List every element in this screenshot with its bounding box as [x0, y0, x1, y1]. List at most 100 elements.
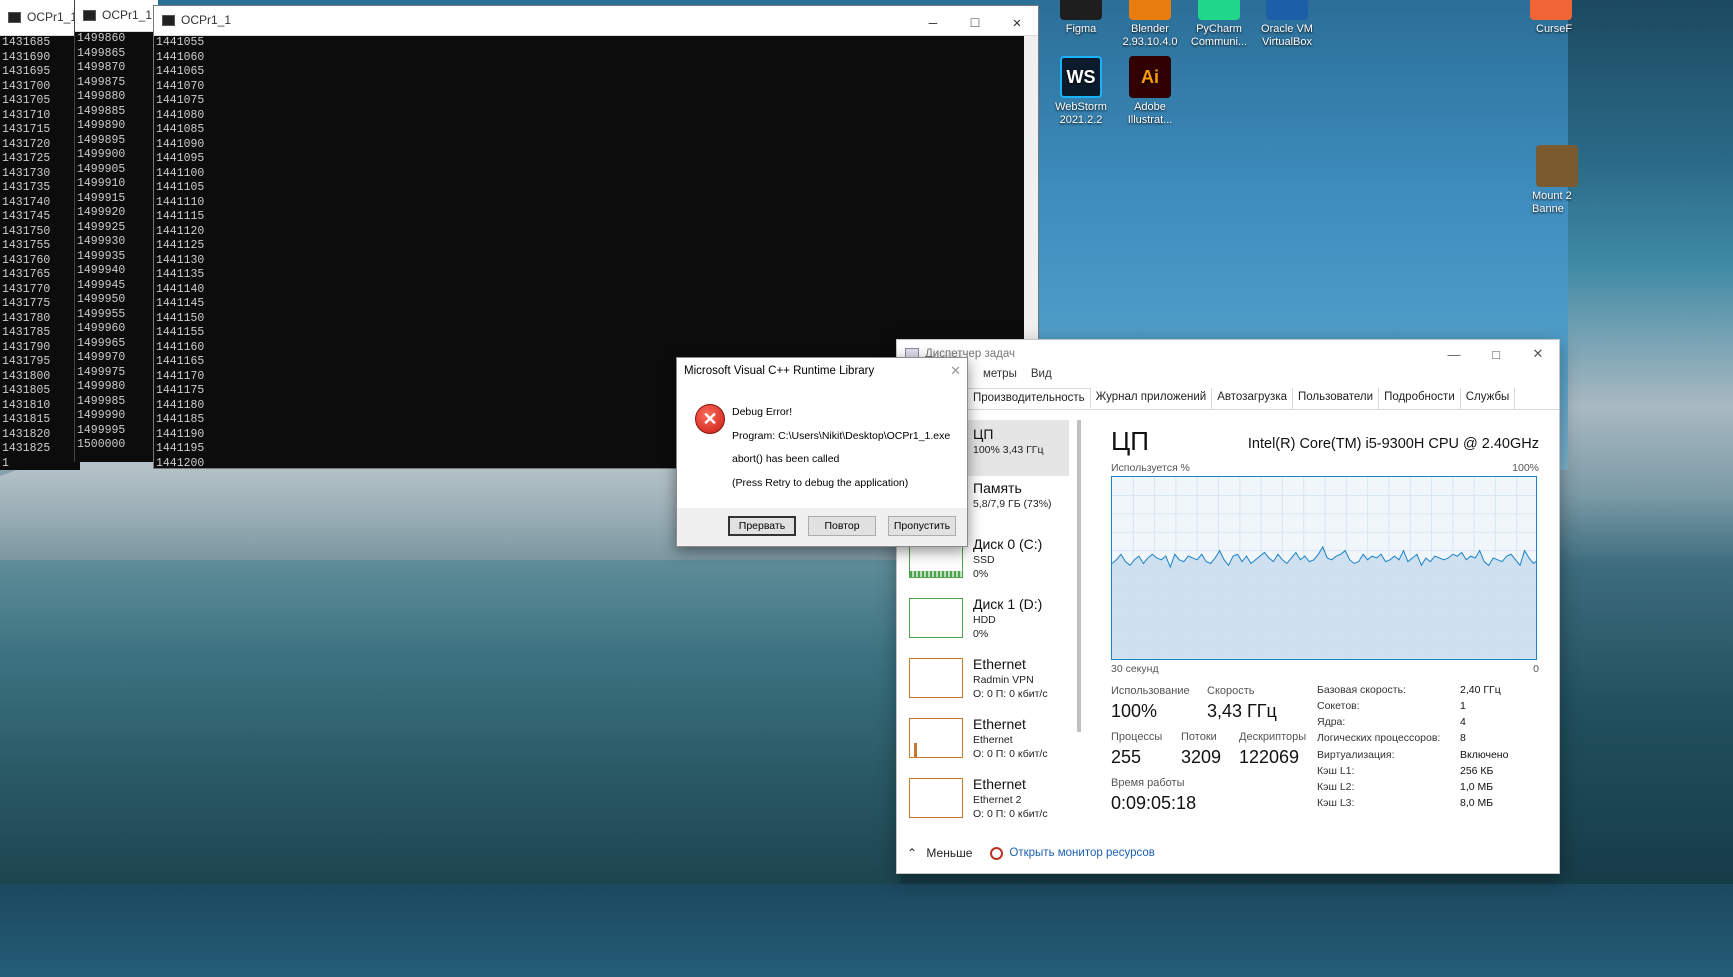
minimize-icon[interactable]: — [1433, 340, 1475, 368]
cpu-usage-area [1112, 546, 1536, 659]
tab-performance[interactable]: Производительность [967, 388, 1091, 409]
task-manager-footer: ⌃ Меньше Открыть монитор ресурсов [897, 833, 1559, 873]
desktop-icon-blender[interactable]: Blender 2.93.10.4.0 [1117, 0, 1183, 49]
tab-users[interactable]: Пользователи [1293, 388, 1380, 409]
console-line: 1441070 [156, 79, 205, 93]
spec-key: Кэш L1: [1317, 765, 1355, 777]
spec-value: 1,0 МБ [1460, 781, 1494, 793]
console-line: 1499975 [77, 365, 126, 379]
console-line: 1499885 [77, 104, 126, 118]
console-app-icon [162, 15, 175, 26]
spec-key: Кэш L2: [1317, 781, 1355, 793]
console-line: 1431740 [2, 195, 51, 209]
sidebar-item-ethernet-radmin[interactable]: Ethernet Radmin VPN О: 0 П: 0 кбит/с [909, 656, 1069, 712]
console-window-controls: — □ ✕ [912, 6, 1038, 36]
console-line: 1441120 [156, 224, 205, 238]
console-window-2[interactable]: OCPr1_1 1499860 1499865 1499870 1499875 1499… [74, 0, 158, 462]
desktop-icon-illustrator[interactable]: Ai Adobe Illustrat... [1117, 56, 1183, 127]
spec-key: Сокетов: [1317, 700, 1360, 712]
tab-services[interactable]: Службы [1461, 388, 1516, 409]
console-line: 1441090 [156, 137, 205, 151]
console-line: 1441140 [156, 282, 205, 296]
console-line: 1441080 [156, 108, 205, 122]
console-line: 1431705 [2, 94, 51, 107]
dialog-hint: (Press Retry to debug the application) [732, 477, 909, 489]
cpu-usage-chart [1112, 477, 1536, 659]
close-icon[interactable]: ✕ [950, 363, 961, 379]
console-line: 1431720 [2, 137, 51, 151]
menu-item-view[interactable]: Вид [1031, 368, 1052, 380]
console-line: 1441135 [156, 268, 205, 281]
open-resource-monitor-link[interactable]: Открыть монитор ресурсов [990, 846, 1155, 860]
abort-button[interactable]: Прервать [728, 516, 796, 536]
console-title-bar[interactable]: OCPr1_1 [0, 0, 80, 36]
curseforge-icon [1530, 0, 1572, 20]
disk-1-mini-graph [909, 598, 963, 638]
speed-label: Скорость [1207, 685, 1255, 697]
task-manager-window-controls: — □ ✕ [1433, 340, 1559, 368]
desktop-icon-curseforge[interactable]: CurseF [1520, 0, 1586, 36]
resource-monitor-icon [990, 846, 1004, 860]
blender-icon [1129, 0, 1171, 20]
console-line: 1441110 [156, 195, 205, 209]
console-title-bar[interactable]: OCPr1_1 [75, 0, 158, 32]
uptime-label: Время работы [1111, 777, 1185, 789]
console-line: 1431730 [2, 166, 51, 180]
console-line: 1499915 [77, 191, 126, 205]
usage-value: 100% [1111, 701, 1158, 721]
console-line: 1431770 [2, 282, 51, 296]
sidebar-item-ethernet[interactable]: Ethernet Ethernet О: 0 П: 0 кбит/с [909, 716, 1069, 772]
desktop-icon-figma[interactable]: Figma [1048, 0, 1114, 36]
task-manager-tabs: Производительность Журнал приложений Авт… [897, 388, 1559, 410]
spec-value: 2,40 ГГц [1460, 684, 1501, 696]
figma-icon [1060, 0, 1102, 20]
ignore-button[interactable]: Пропустить [888, 516, 956, 536]
debug-error-dialog[interactable]: Microsoft Visual C++ Runtime Library ✕ ✕… [676, 357, 968, 547]
console-line: 1499960 [77, 322, 126, 335]
console-title-bar[interactable]: OCPr1_1 [154, 6, 1038, 36]
desktop-icon-virtualbox[interactable]: Oracle VM VirtualBox [1254, 0, 1320, 49]
console-line: 1499985 [77, 394, 126, 408]
console-window-1[interactable]: OCPr1_1 1431685 1431690 1431695 1431700 1431… [0, 0, 80, 470]
menu-item-parameters[interactable]: метры [983, 368, 1017, 380]
console-line: 1499955 [77, 307, 126, 321]
console-line: 1431790 [2, 340, 51, 354]
task-manager-window[interactable]: Диспетчер задач — □ ✕ метры Вид Производ… [896, 339, 1560, 874]
console-line: 1499945 [77, 278, 126, 292]
spec-value: Включено [1460, 749, 1509, 761]
fewer-details-button[interactable]: ⌃ Меньше [907, 846, 972, 860]
handles-value: 122069 [1239, 747, 1300, 767]
sidebar-item-disk-1[interactable]: Диск 1 (D:) HDD 0% [909, 596, 1069, 652]
processes-value: 255 [1111, 747, 1142, 767]
close-icon[interactable]: ✕ [1517, 340, 1559, 368]
desktop-icon-webstorm[interactable]: WS WebStorm 2021.2.2 [1048, 56, 1114, 127]
tab-startup[interactable]: Автозагрузка [1212, 388, 1293, 409]
spec-key: Ядра: [1317, 716, 1346, 728]
maximize-icon[interactable]: □ [1475, 340, 1517, 368]
console-line: 1431815 [2, 413, 51, 426]
tab-details[interactable]: Подробности [1379, 388, 1461, 409]
desktop-icon-pycharm[interactable]: PyCharm Communi... [1186, 0, 1252, 49]
console-line: 1499970 [77, 351, 126, 364]
sidebar-scrollbar[interactable] [1077, 420, 1081, 732]
dialog-message: abort() has been called [732, 453, 840, 465]
spec-key: Виртуализация: [1317, 749, 1395, 761]
tab-app-history[interactable]: Журнал приложений [1091, 388, 1213, 409]
retry-button[interactable]: Повтор [808, 516, 876, 536]
cpu-usage-graph [1111, 476, 1537, 660]
console-line: 1499995 [77, 423, 126, 437]
cpu-model: Intel(R) Core(TM) i5-9300H CPU @ 2.40GHz [1247, 436, 1539, 452]
ethernet-mini-graph [909, 658, 963, 698]
ethernet-mini-graph [909, 718, 963, 758]
dialog-heading: Debug Error! [732, 406, 793, 418]
sidebar-item-ethernet-2[interactable]: Ethernet Ethernet 2 О: 0 П: 0 кбит/с [909, 776, 1069, 832]
pycharm-icon [1198, 0, 1240, 20]
sidebar-item-cpu[interactable]: ЦП 100% 3,43 ГГц [961, 420, 1069, 476]
console-line: 1499925 [77, 220, 126, 234]
console-output: 1499860 1499865 1499870 1499875 1499880 14998… [77, 32, 158, 462]
desktop-icon-mount-blade[interactable]: Mount 2 Banne [1522, 145, 1588, 216]
desktop-wallpaper-lake [0, 560, 900, 884]
graph-max-label: 100% [1512, 462, 1539, 474]
console-line: 1499870 [77, 61, 126, 74]
handles-label: Дескрипторы [1239, 731, 1307, 743]
